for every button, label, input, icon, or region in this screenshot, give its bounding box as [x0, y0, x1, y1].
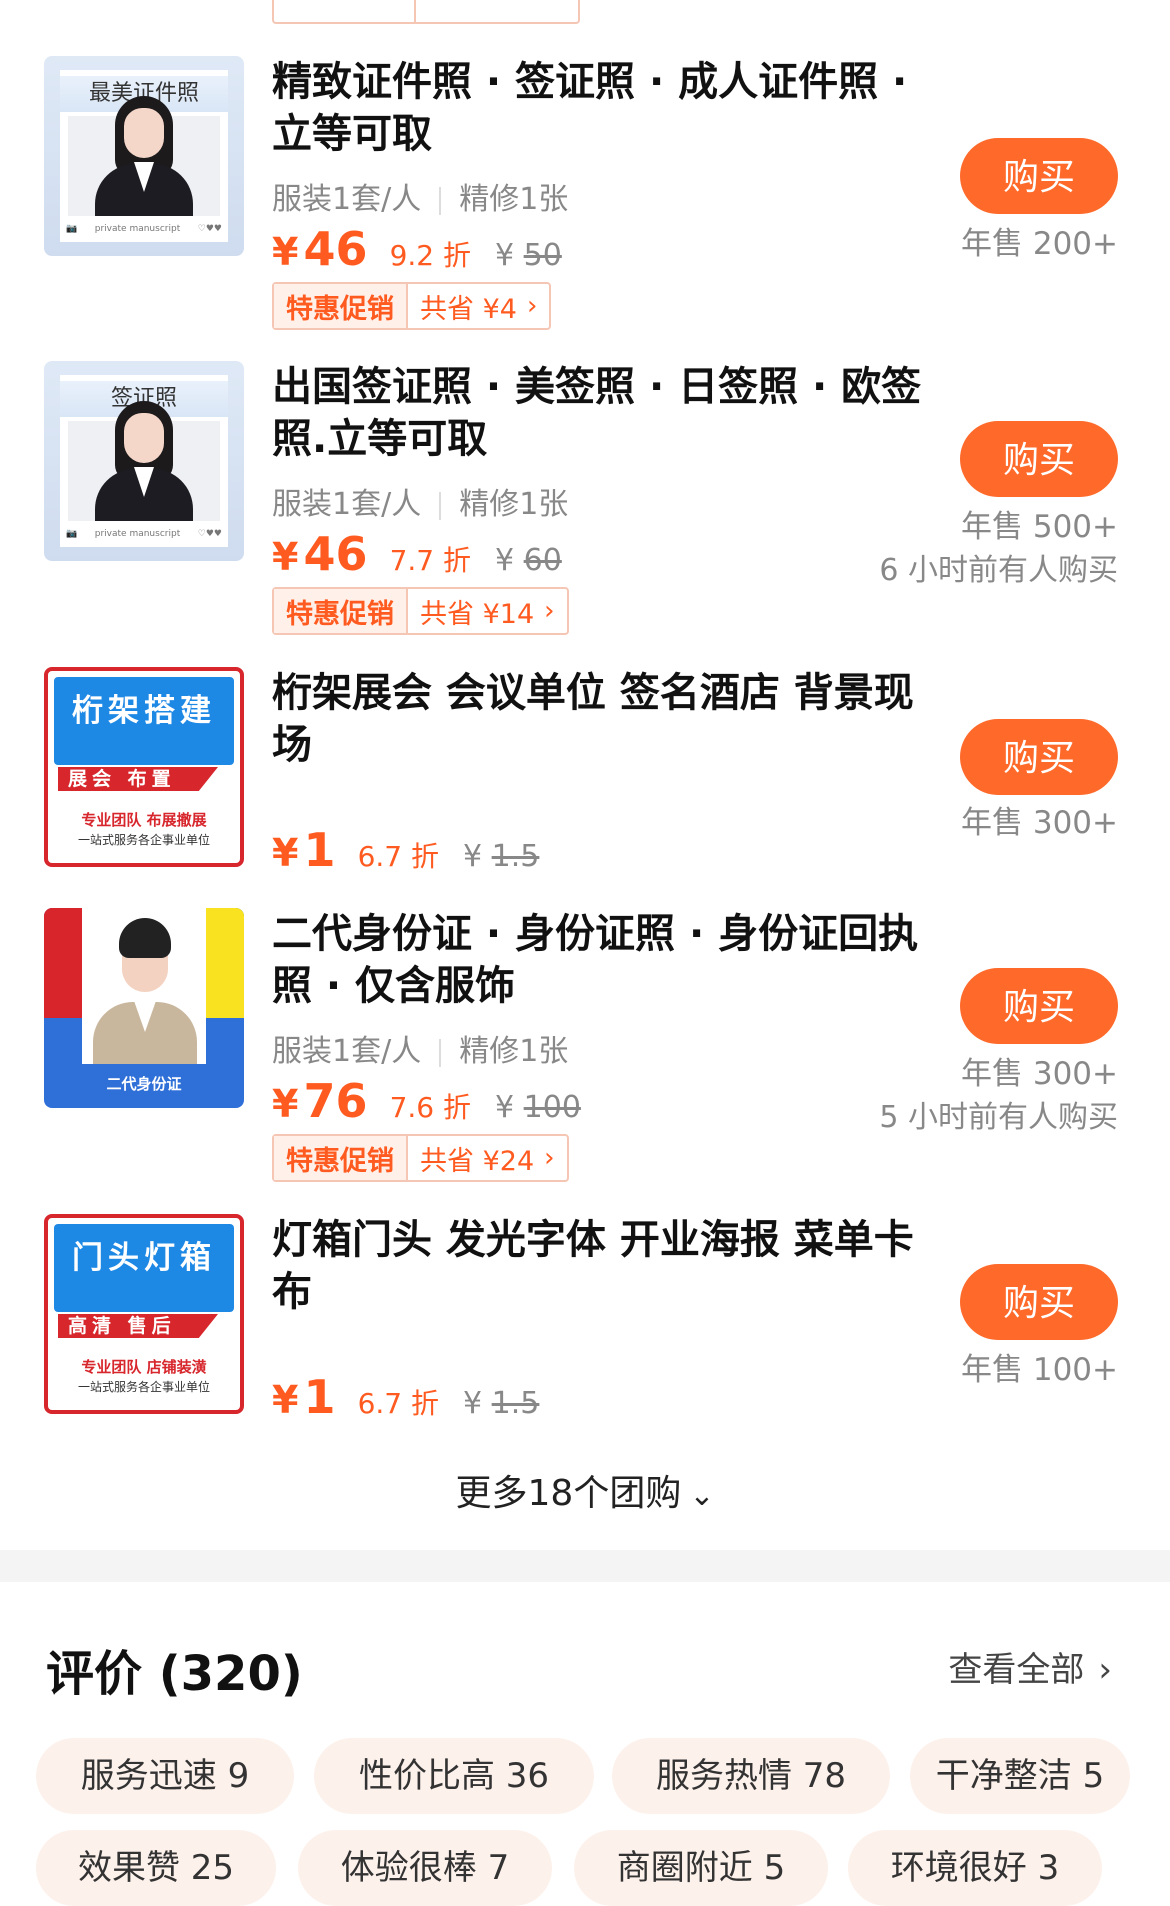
deal-thumbnail: 二代身份证 — [44, 908, 244, 1108]
chevron-right-icon: › — [544, 1143, 555, 1173]
discount-label: 6.7 折 — [357, 1387, 439, 1420]
original-price: ¥ 60 — [495, 543, 562, 578]
poster-line: 专业团队 布展撤展 — [81, 811, 207, 829]
poster-band: 展会 布置 — [58, 767, 218, 791]
recent-purchase: 5 小时前有人购买 — [879, 1100, 1118, 1135]
poster-line: 专业团队 店铺装潢 — [81, 1358, 207, 1376]
promo-tag[interactable]: 特惠促销 共省 ¥4 › — [272, 282, 552, 330]
thumbnail-footer: 📷 private manuscript ♡♥♥ — [66, 224, 222, 234]
poster-band: 高清 售后 — [58, 1314, 218, 1338]
deal-price: ¥ 46 7.7 折 ¥ 60 — [272, 527, 562, 581]
review-tag-chip[interactable]: 效果赞 25 — [36, 1830, 276, 1906]
review-tag-chip[interactable]: 环境很好 3 — [848, 1830, 1102, 1906]
original-price: ¥ 1.5 — [463, 1386, 540, 1421]
deal-title: 桁架展会 会议单位 签名酒店 背景现场 — [272, 670, 914, 768]
previous-deal-tag-fragment — [0, 0, 1170, 30]
deal-spec: 服装1套/人 精修1张 — [272, 182, 569, 217]
poster-line: 一站式服务各企事业单位 — [77, 1380, 210, 1394]
recent-purchase: 6 小时前有人购买 — [879, 553, 1118, 588]
deal-thumbnail: 门头灯箱 高清 售后 专业团队 店铺装潢 一站式服务各企事业单位 — [44, 1214, 244, 1414]
review-tag-chip[interactable]: 服务热情 78 — [612, 1738, 890, 1814]
deal-price: ¥ 46 9.2 折 ¥ 50 — [272, 222, 562, 276]
more-deals-button[interactable]: 更多18个团购 ⌄ — [0, 1464, 1170, 1516]
review-tag-chip[interactable]: 服务迅速 9 — [36, 1738, 294, 1814]
annual-sales: 年售 300+ — [961, 1056, 1118, 1092]
section-divider — [0, 1550, 1170, 1582]
review-tag-chip[interactable]: 体验很棒 7 — [298, 1830, 552, 1906]
review-tag-chip[interactable]: 商圈附近 5 — [574, 1830, 828, 1906]
chevron-right-icon: › — [544, 596, 555, 626]
original-price: ¥ 100 — [495, 1090, 581, 1125]
poster-title: 门头灯箱 — [72, 1240, 216, 1276]
deal-price: ¥ 1 6.7 折 ¥ 1.5 — [272, 1370, 540, 1424]
portrait-image — [89, 914, 199, 1064]
buy-button[interactable]: 购买 — [960, 421, 1118, 497]
review-tag-chip[interactable]: 干净整洁 5 — [910, 1738, 1130, 1814]
discount-label: 6.7 折 — [357, 840, 439, 873]
discount-label: 9.2 折 — [389, 239, 471, 272]
poster-title: 桁架搭建 — [72, 693, 216, 729]
deal-thumbnail: 最美证件照 📷 private manuscript ♡♥♥ — [44, 56, 244, 256]
deal-title: 二代身份证 · 身份证照 · 身份证回执照 · 仅含服饰 — [272, 911, 919, 1009]
buy-button[interactable]: 购买 — [960, 968, 1118, 1044]
deal-price: ¥ 1 6.7 折 ¥ 1.5 — [272, 823, 540, 877]
discount-label: 7.6 折 — [389, 1091, 471, 1124]
promo-tag[interactable]: 特惠促销 共省 ¥24 › — [272, 1134, 569, 1182]
portrait-image — [89, 96, 199, 216]
more-deals-label: 更多18个团购 — [455, 1473, 682, 1514]
poster-line: 一站式服务各企事业单位 — [77, 833, 210, 847]
annual-sales: 年售 300+ — [961, 805, 1118, 841]
deal-price: ¥ 76 7.6 折 ¥ 100 — [272, 1074, 581, 1128]
thumbnail-footer: 📷 private manuscript ♡♥♥ — [66, 529, 222, 539]
deal-title: 精致证件照 · 签证照 · 成人证件照 · 立等可取 — [272, 59, 908, 157]
deal-thumbnail: 签证照 📷 private manuscript ♡♥♥ — [44, 361, 244, 561]
discount-label: 7.7 折 — [389, 544, 471, 577]
view-all-reviews-link[interactable]: 查看全部 › — [948, 1642, 1112, 1691]
deal-title: 出国签证照 · 美签照 · 日签照 · 欧签照.立等可取 — [272, 364, 922, 462]
deal-title: 灯箱门头 发光字体 开业海报 菜单卡布 — [272, 1217, 914, 1315]
original-price: ¥ 1.5 — [463, 839, 540, 874]
chevron-down-icon: ⌄ — [689, 1478, 715, 1513]
portrait-image — [89, 401, 199, 521]
review-tag-chip[interactable]: 性价比高 36 — [314, 1738, 594, 1814]
annual-sales: 年售 500+ — [961, 509, 1118, 545]
original-price: ¥ 50 — [495, 238, 562, 273]
promo-tag[interactable]: 特惠促销 共省 ¥14 › — [272, 587, 569, 635]
annual-sales: 年售 100+ — [961, 1352, 1118, 1388]
buy-button[interactable]: 购买 — [960, 1264, 1118, 1340]
buy-button[interactable]: 购买 — [960, 138, 1118, 214]
buy-button[interactable]: 购买 — [960, 719, 1118, 795]
thumbnail-caption: 二代身份证 — [106, 1075, 182, 1093]
chevron-right-icon: › — [1098, 1650, 1112, 1690]
deal-spec: 服装1套/人 精修1张 — [272, 1034, 569, 1069]
chevron-right-icon: › — [526, 291, 538, 321]
annual-sales: 年售 200+ — [961, 226, 1118, 262]
reviews-title: 评价 (320) — [46, 1646, 303, 1702]
deal-spec: 服装1套/人 精修1张 — [272, 487, 569, 522]
deal-thumbnail: 桁架搭建 展会 布置 专业团队 布展撤展 一站式服务各企事业单位 — [44, 667, 244, 867]
